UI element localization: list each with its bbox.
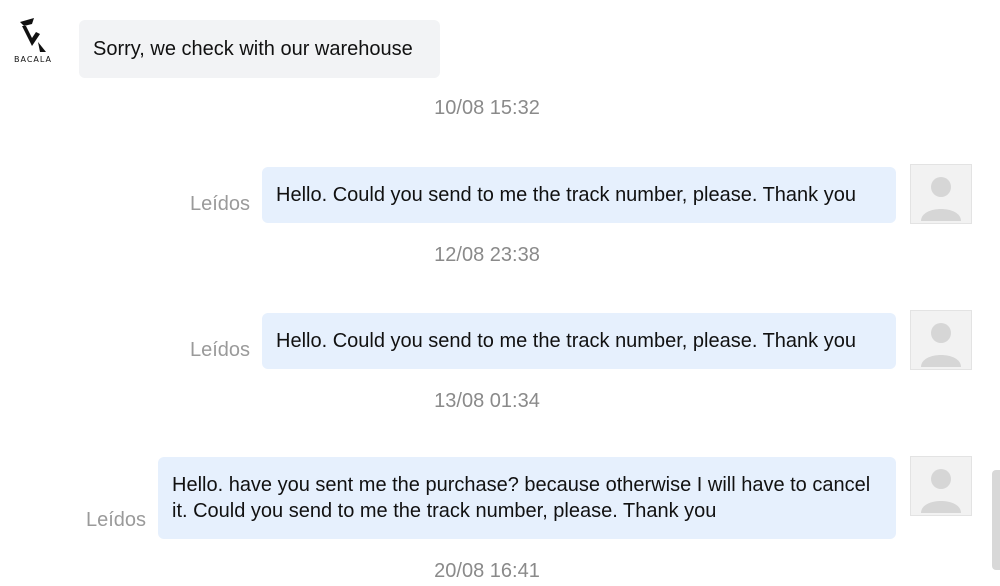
message-text: Sorry, we check with our warehouse [93,38,413,60]
message-timestamp: 13/08 01:34 [434,390,540,412]
message-timestamp: 12/08 23:38 [434,244,540,266]
incoming-message-bubble[interactable]: Sorry, we check with our warehouse [79,20,440,78]
message-timestamp: 10/08 15:32 [434,97,540,119]
message-text: Hello. Could you send to me the track nu… [276,330,856,352]
read-status: Leídos [190,339,251,361]
read-status: Leídos [86,509,147,531]
chat-thread: BACALA Sorry, we check with our warehous… [0,0,1000,586]
outgoing-message-bubble[interactable]: Hello. have you sent me the purchase? be… [158,457,896,539]
seller-logo-icon[interactable]: BACALA [10,16,56,66]
read-status: Leídos [190,193,251,215]
user-avatar-icon[interactable] [910,164,972,224]
outgoing-message-bubble[interactable]: Hello. Could you send to me the track nu… [262,167,896,223]
message-timestamp: 20/08 16:41 [434,560,540,582]
scrollbar-thumb[interactable] [992,470,1000,570]
message-text: Hello. Could you send to me the track nu… [276,184,856,206]
seller-logo-text: BACALA [14,55,52,64]
user-avatar-icon[interactable] [910,456,972,516]
outgoing-message-bubble[interactable]: Hello. Could you send to me the track nu… [262,313,896,369]
user-avatar-icon[interactable] [910,310,972,370]
message-text: Hello. have you sent me the purchase? be… [172,474,871,522]
